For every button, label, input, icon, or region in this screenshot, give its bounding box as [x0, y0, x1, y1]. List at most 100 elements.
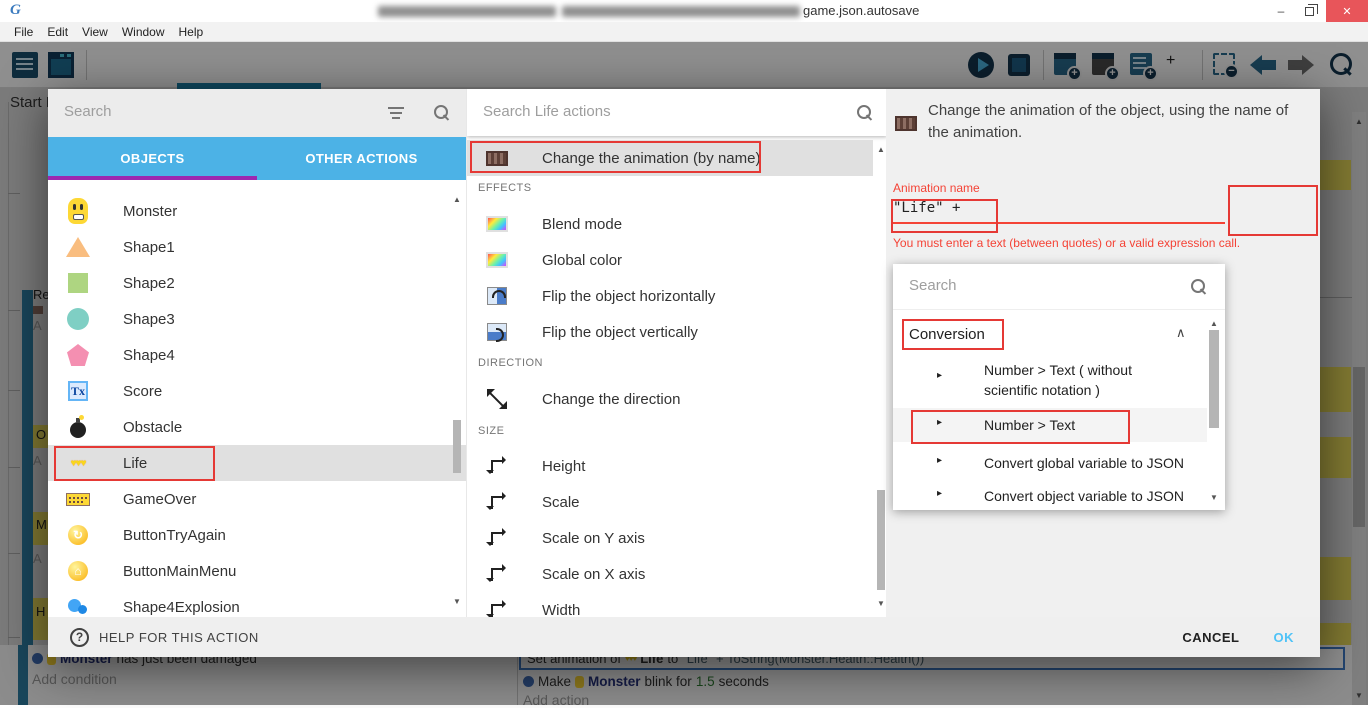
- title-bar: G game.json.autosave – ✕: [0, 0, 1368, 22]
- help-for-action-link[interactable]: ? HELP FOR THIS ACTION: [70, 628, 259, 647]
- actions-panel: Change the animation (by name) EFFECTS B…: [466, 89, 886, 617]
- scroll-down-icon[interactable]: ▼: [1210, 494, 1218, 502]
- cancel-button[interactable]: CANCEL: [1182, 630, 1239, 645]
- retry-button-icon: ↻: [68, 525, 88, 545]
- dialog-footer: ? HELP FOR THIS ACTION CANCEL OK: [48, 617, 1320, 657]
- list-item[interactable]: TxScore: [48, 373, 466, 409]
- actions-search-bar: [467, 89, 886, 136]
- close-button[interactable]: ✕: [1326, 0, 1368, 22]
- list-item[interactable]: Shape4: [48, 337, 466, 373]
- action-item[interactable]: Blend mode: [467, 206, 886, 242]
- animation-film-icon: [895, 116, 917, 131]
- ok-button[interactable]: OK: [1274, 630, 1295, 645]
- help-icon: ?: [70, 628, 89, 647]
- dropdown-item-highlighted[interactable]: ▸ Number > Text: [893, 408, 1207, 442]
- action-item[interactable]: Scale on X axis: [467, 556, 886, 592]
- redacted-title-segment: [562, 6, 800, 17]
- action-item-selected[interactable]: Change the animation (by name): [467, 140, 873, 176]
- hearts-icon: ♥♥♥: [71, 458, 86, 469]
- filter-icon[interactable]: [388, 107, 404, 119]
- scrollbar-thumb[interactable]: [877, 490, 885, 590]
- text-object-icon: Tx: [68, 381, 88, 401]
- dropdown-item[interactable]: ▸ Number > Text ( without scientific not…: [893, 352, 1207, 408]
- objects-list: Monster Shape1 Shape2 Shape3 Shape4 TxSc…: [48, 180, 466, 617]
- list-item[interactable]: Monster: [48, 193, 466, 229]
- search-icon: [857, 105, 872, 120]
- triangle-icon: [66, 237, 90, 257]
- action-item[interactable]: Width: [467, 592, 886, 617]
- menu-help[interactable]: Help: [179, 25, 204, 39]
- action-item[interactable]: Change the direction: [467, 381, 886, 417]
- tab-objects[interactable]: OBJECTS: [48, 137, 257, 180]
- action-item[interactable]: Global color: [467, 242, 886, 278]
- restore-icon: [1305, 7, 1314, 16]
- list-item[interactable]: Shape2: [48, 265, 466, 301]
- validation-error: You must enter a text (between quotes) o…: [893, 236, 1285, 252]
- field-label: Animation name: [893, 181, 980, 195]
- menu-window[interactable]: Window: [122, 25, 165, 39]
- animation-film-icon: [486, 151, 508, 166]
- bullet-icon: ▸: [937, 488, 942, 499]
- action-editor-dialog: OBJECTS OTHER ACTIONS Monster Shape1 Sha…: [48, 89, 1320, 657]
- action-item[interactable]: Scale on Y axis: [467, 520, 886, 556]
- gdevelop-window: { "window": { "title": "game.json.autosa…: [0, 0, 1368, 705]
- menu-view[interactable]: View: [82, 25, 108, 39]
- scroll-down-icon[interactable]: ▼: [877, 600, 885, 608]
- scroll-up-icon[interactable]: ▲: [877, 146, 885, 154]
- pentagon-icon: [67, 344, 89, 366]
- direction-arrow-icon: [488, 390, 506, 408]
- list-item[interactable]: Shape1: [48, 229, 466, 265]
- objects-tabs: OBJECTS OTHER ACTIONS: [48, 137, 466, 180]
- dropdown-search-input[interactable]: [909, 277, 1169, 294]
- monster-icon: [68, 198, 88, 224]
- action-description: Change the animation of the object, usin…: [928, 100, 1313, 144]
- objects-search-input[interactable]: [64, 103, 364, 120]
- action-item[interactable]: Scale: [467, 484, 886, 520]
- dropdown-item[interactable]: ▸ Convert object variable to JSON: [893, 480, 1207, 510]
- list-item-selected[interactable]: ♥♥♥Life: [48, 445, 466, 481]
- list-item[interactable]: Obstacle: [48, 409, 466, 445]
- resize-icon: [491, 496, 504, 509]
- blend-mode-icon: [486, 216, 508, 232]
- list-item[interactable]: Shape3: [48, 301, 466, 337]
- menu-edit[interactable]: Edit: [47, 25, 68, 39]
- resize-icon: [491, 568, 504, 581]
- list-item[interactable]: ↻ButtonTryAgain: [48, 517, 466, 553]
- scrollbar-thumb[interactable]: [1209, 330, 1219, 428]
- window-title: game.json.autosave: [803, 3, 919, 18]
- bullet-icon: ▸: [937, 417, 942, 428]
- menu-file[interactable]: File: [14, 25, 33, 39]
- scrollbar-thumb[interactable]: [453, 420, 461, 473]
- resize-icon: [491, 460, 504, 473]
- tab-other-actions[interactable]: OTHER ACTIONS: [257, 137, 466, 180]
- scroll-down-icon[interactable]: ▼: [453, 598, 461, 606]
- scroll-up-icon[interactable]: ▲: [1210, 320, 1218, 328]
- list-item[interactable]: Shape4Explosion: [48, 589, 466, 617]
- resize-icon: [491, 604, 504, 617]
- scroll-up-icon[interactable]: ▲: [453, 196, 461, 204]
- circle-icon: [67, 308, 89, 330]
- section-header: DIRECTION: [478, 357, 543, 369]
- dropdown-group[interactable]: Conversion ∧: [893, 316, 1225, 352]
- gameover-banner-icon: [66, 493, 90, 506]
- redacted-title-segment: [378, 6, 556, 17]
- section-header: SIZE: [478, 425, 504, 437]
- chevron-up-icon: ∧: [1176, 325, 1186, 341]
- resize-icon: [491, 532, 504, 545]
- menu-bar: File Edit View Window Help: [0, 22, 1368, 42]
- dropdown-item[interactable]: ▸ Convert global variable to JSON: [893, 444, 1207, 480]
- section-header: EFFECTS: [478, 182, 532, 194]
- bomb-icon: [70, 422, 86, 438]
- minimize-button[interactable]: –: [1266, 0, 1296, 22]
- action-item[interactable]: Height: [467, 448, 886, 484]
- animation-name-input[interactable]: [893, 200, 1225, 224]
- expression-dropdown: Conversion ∧ ▸ Number > Text ( without s…: [893, 264, 1225, 510]
- list-item[interactable]: ⌂ButtonMainMenu: [48, 553, 466, 589]
- list-item[interactable]: GameOver: [48, 481, 466, 517]
- search-icon: [434, 105, 449, 120]
- actions-search-input[interactable]: [483, 103, 813, 120]
- action-item[interactable]: Flip the object vertically: [467, 314, 886, 350]
- dropdown-search-bar: [893, 264, 1225, 310]
- restore-button[interactable]: [1294, 0, 1324, 22]
- action-item[interactable]: Flip the object horizontally: [467, 278, 886, 314]
